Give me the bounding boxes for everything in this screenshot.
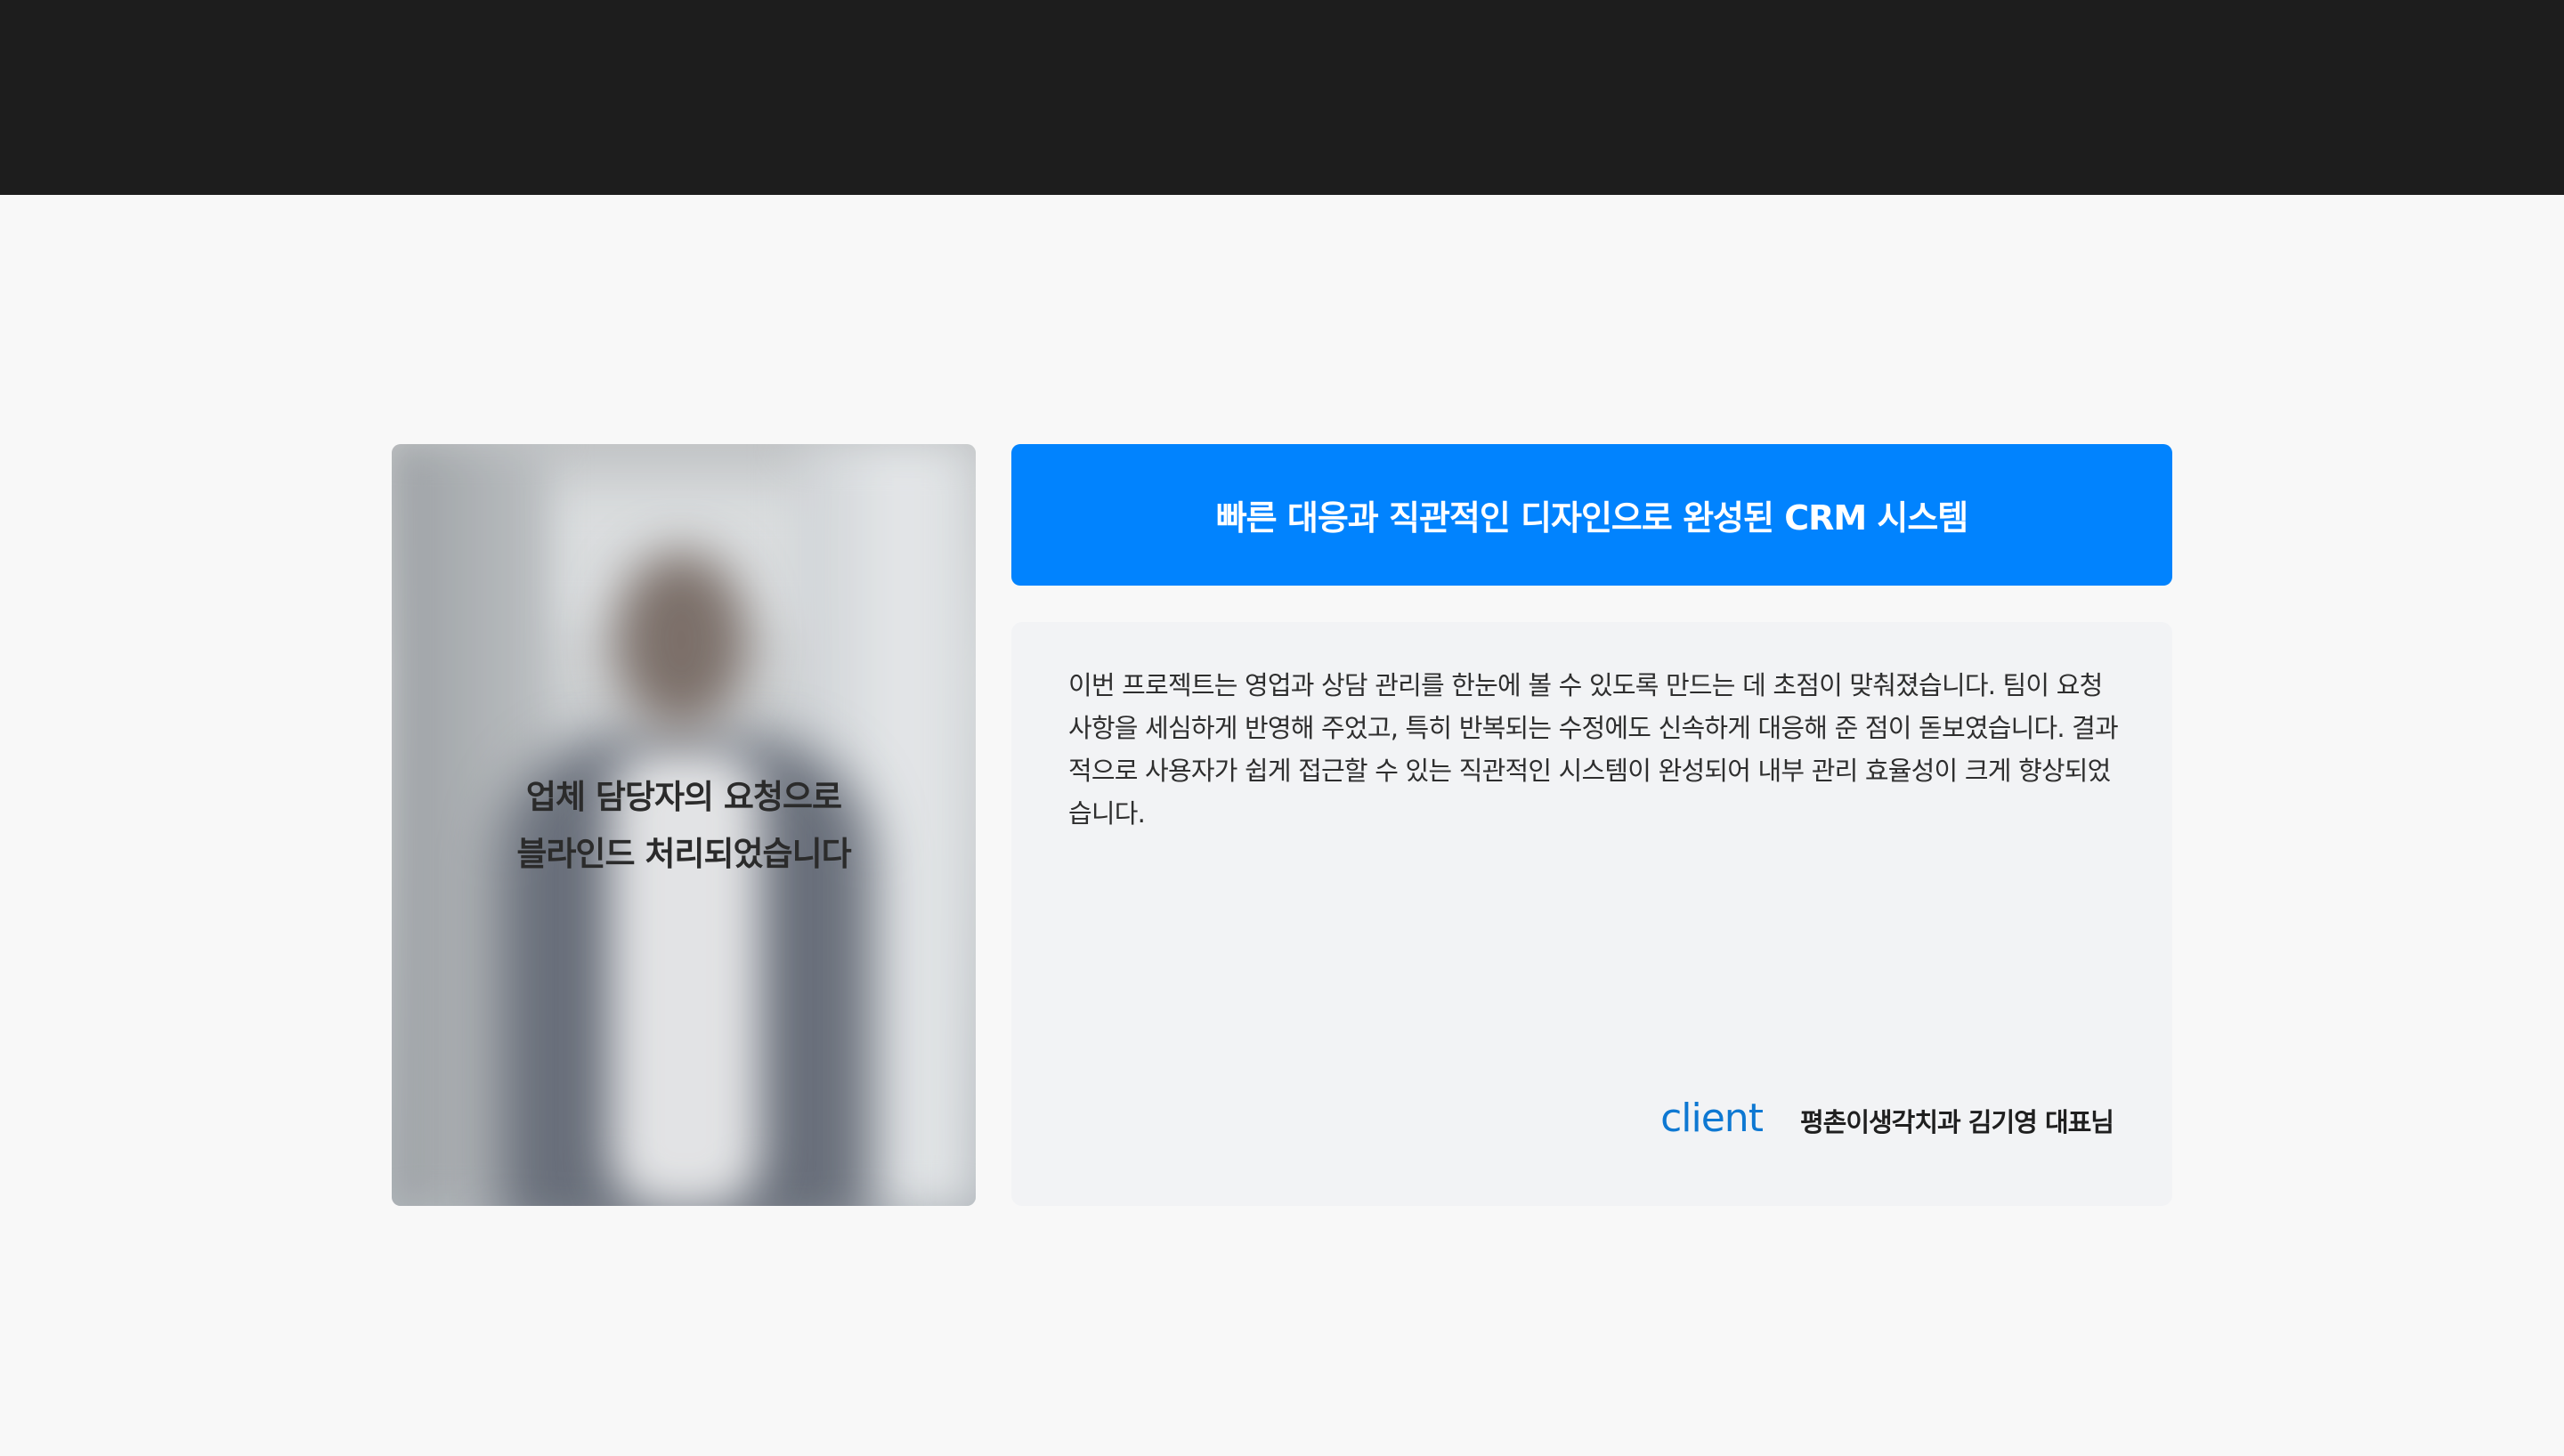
testimonial-headline: 빠른 대응과 직관적인 디자인으로 완성된 CRM 시스템: [1215, 498, 1969, 538]
blind-notice: 업체 담당자의 요청으로 블라인드 처리되었습니다: [392, 769, 976, 883]
blind-notice-line1: 업체 담당자의 요청으로: [525, 778, 842, 816]
client-photo: 업체 담당자의 요청으로 블라인드 처리되었습니다: [392, 444, 976, 1206]
testimonial-headline-banner: 빠른 대응과 직관적인 디자인으로 완성된 CRM 시스템: [1011, 444, 2172, 586]
testimonial-card: 이번 프로젝트는 영업과 상담 관리를 한눈에 볼 수 있도록 만드는 데 초점…: [1011, 622, 2172, 1206]
client-name: 평촌이생각치과 김기영 대표님: [1799, 1107, 2114, 1137]
header-bar: [0, 0, 2564, 195]
blind-notice-line2: 블라인드 처리되었습니다: [516, 835, 851, 873]
client-signature: client 평촌이생각치과 김기영 대표님: [1660, 1096, 2114, 1141]
client-label: client: [1660, 1096, 1764, 1141]
testimonial-body: 이번 프로젝트는 영업과 상담 관리를 한눈에 볼 수 있도록 만드는 데 초점…: [1068, 670, 2119, 829]
